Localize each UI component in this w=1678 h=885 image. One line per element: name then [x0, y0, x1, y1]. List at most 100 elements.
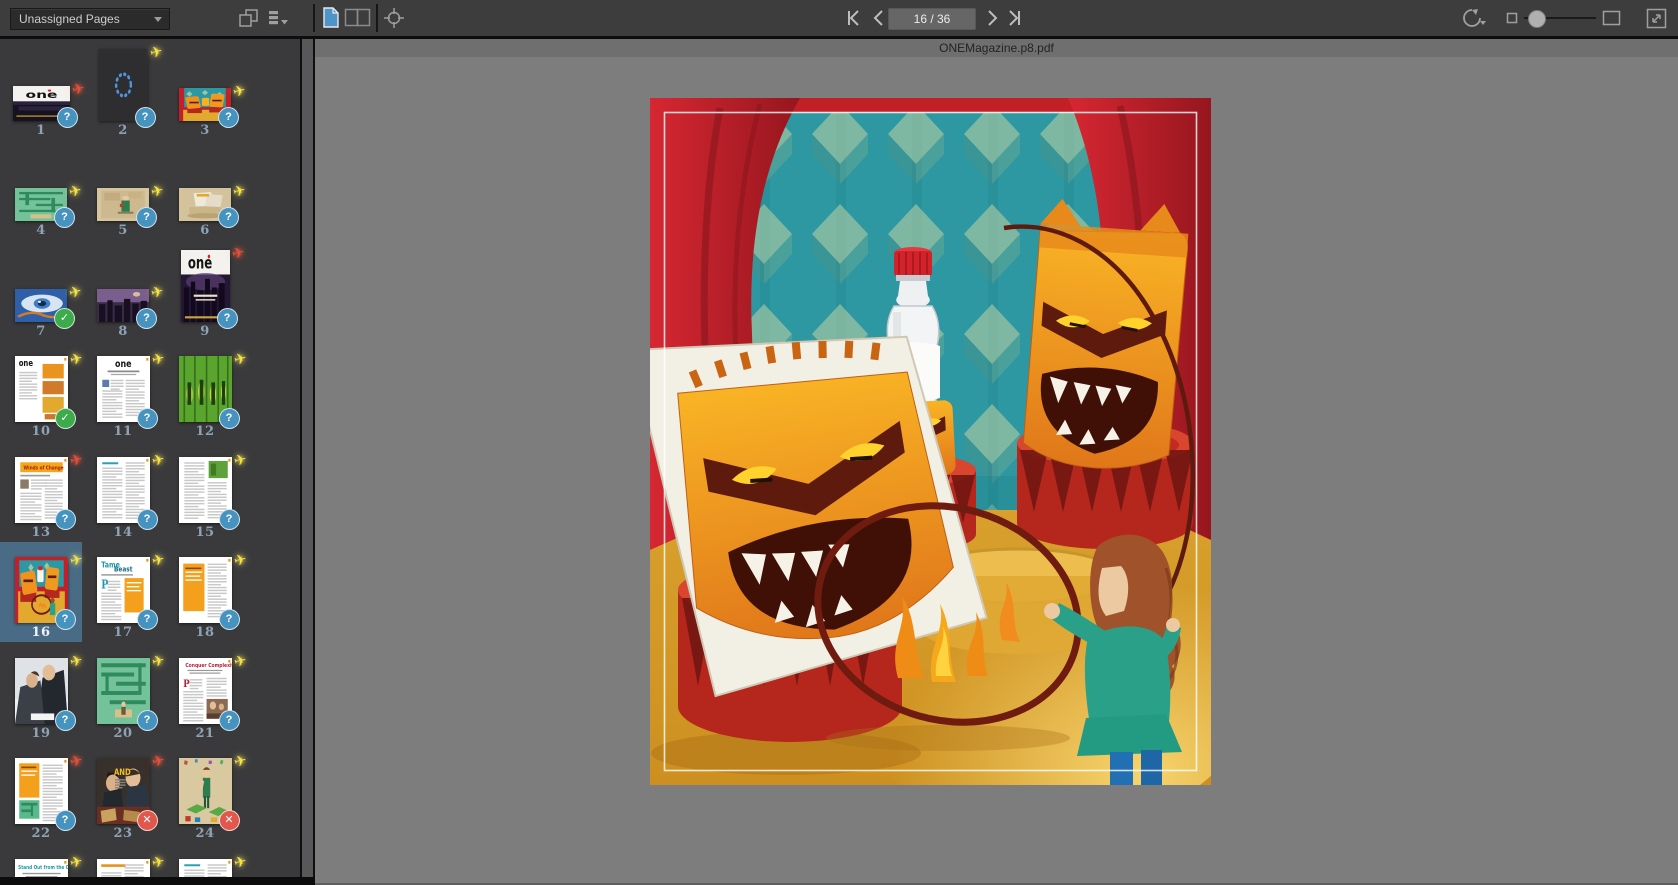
chevron-down-icon — [154, 17, 162, 22]
zoom-slider-thumb[interactable] — [1528, 10, 1546, 28]
list-view-menu-icon[interactable] — [266, 9, 288, 27]
pages-filter-dropdown[interactable]: Unassigned Pages — [10, 8, 170, 30]
page-thumbnail-5[interactable]: ✈?5 — [82, 140, 164, 241]
page-thumbnail-20[interactable]: ✈?20 — [82, 642, 164, 743]
page-thumb-image[interactable]: one✈? — [181, 250, 230, 322]
pages-scrollbar[interactable] — [302, 39, 315, 877]
page-thumbnail-8[interactable]: ✈?8 — [82, 240, 164, 341]
page-thumb-image[interactable]: one✈✓ — [15, 356, 68, 422]
page-thumbnail-17[interactable]: TameBeastP✈?17 — [82, 542, 164, 643]
page-number-input[interactable]: 16 / 36 — [888, 8, 976, 30]
page-thumbnail-9[interactable]: one✈?9 — [164, 240, 246, 341]
page-thumbnail-12[interactable]: ✈? 12 — [164, 341, 246, 442]
page-thumb-image[interactable]: ✈✓ — [15, 289, 67, 322]
question-badge-icon: ? — [137, 408, 158, 429]
page-thumbnail-15[interactable]: ✈? 15 — [164, 441, 246, 542]
page-thumb-image[interactable]: ✈ — [179, 859, 232, 878]
page-number-label: 4 — [36, 223, 46, 239]
page-thumb-image[interactable]: ✈? — [15, 658, 68, 724]
page-thumb-image[interactable]: ✈? — [97, 658, 150, 724]
page-thumb-image[interactable]: ✈? — [179, 88, 231, 121]
page-thumb-image[interactable]: ✈? — [97, 457, 150, 523]
page-thumbnail-14[interactable]: ✈? 14 — [82, 441, 164, 542]
page-number-label: 14 — [113, 525, 132, 541]
page-thumb-image[interactable]: one✈? — [13, 86, 70, 121]
fullscreen-expand-icon[interactable] — [1646, 8, 1668, 30]
page-number-label: 18 — [195, 625, 214, 641]
svg-text:AND: AND — [113, 767, 130, 777]
yellow-airplane-icon: ✈ — [231, 181, 248, 202]
page-thumb-image[interactable]: ✈? — [15, 557, 68, 623]
thumbnail-size-icon[interactable] — [238, 9, 260, 27]
fit-page-icon[interactable] — [1602, 10, 1622, 27]
document-title-bar: ONEMagazine.p8.pdf — [315, 39, 1678, 57]
zoom-out-icon[interactable] — [1506, 12, 1518, 24]
page-thumb-image[interactable]: ✈? — [179, 557, 232, 623]
page-number-label: 19 — [31, 726, 50, 742]
rotate-page-icon[interactable] — [1462, 8, 1488, 28]
page-thumbnail-4[interactable]: ✈? 4 — [0, 140, 82, 241]
page-thumb-image[interactable]: ✈? — [179, 188, 231, 221]
yellow-airplane-icon: ✈ — [232, 851, 249, 872]
page-thumbnail-10[interactable]: one✈✓10 — [0, 341, 82, 442]
page-number-label: 2 — [118, 123, 128, 139]
page-thumbnail-26[interactable]: ✈26 — [82, 843, 164, 877]
center-crosshair-icon[interactable] — [384, 8, 404, 28]
page-thumb-image[interactable]: ✈? — [179, 457, 232, 523]
error-badge-icon: ✕ — [219, 810, 240, 831]
page-thumbnail-7[interactable]: ✈✓7 — [0, 240, 82, 341]
page-number-label: 15 — [195, 525, 214, 541]
page-thumbnail-23[interactable]: AND✈✕23 — [82, 743, 164, 844]
red-airplane-icon: ✈ — [230, 242, 247, 263]
question-badge-icon: ? — [219, 710, 240, 731]
page-thumb-image[interactable]: ✈? — [99, 49, 148, 121]
toolbar-divider — [376, 4, 378, 32]
page-thumbnail-16[interactable]: ✈?16 — [0, 542, 82, 643]
question-badge-icon: ? — [137, 509, 158, 530]
first-page-icon[interactable] — [843, 8, 863, 28]
previous-page-icon[interactable] — [869, 8, 889, 28]
yellow-airplane-icon: ✈ — [232, 349, 249, 370]
page-thumb-image[interactable]: ✈? — [15, 758, 68, 824]
page-thumbnail-6[interactable]: ✈?6 — [164, 140, 246, 241]
page-thumb-image[interactable]: Stand Out from the CrowdT✈ — [15, 859, 68, 878]
page-thumb-image[interactable]: one✈? — [97, 356, 150, 422]
page-thumbnail-25[interactable]: Stand Out from the CrowdT✈25 — [0, 843, 82, 877]
page-grid: one✈?1✈?2✈?3✈?4✈?5✈?6✈✓7✈?8one✈?9one✈✓10… — [0, 39, 300, 877]
page-thumbnail-18[interactable]: ✈? 18 — [164, 542, 246, 643]
page-thumb-image[interactable]: ✈? — [97, 188, 149, 221]
page-thumbnail-22[interactable]: ✈?22 — [0, 743, 82, 844]
toolbar: Unassigned Pages 16 / 36 — [0, 0, 1678, 36]
page-thumb-image[interactable]: Conquer ComplexityP✈? — [179, 658, 232, 724]
last-page-icon[interactable] — [1005, 8, 1025, 28]
page-thumb-image[interactable]: ✈✕ — [179, 758, 232, 824]
page-thumbnail-21[interactable]: Conquer ComplexityP✈?21 — [164, 642, 246, 743]
page-thumbnail-3[interactable]: ✈?3 — [164, 39, 246, 140]
yellow-airplane-icon: ✈ — [232, 449, 249, 470]
page-thumb-image[interactable]: TameBeastP✈? — [97, 557, 150, 623]
page-thumbnail-19[interactable]: ✈? 19 — [0, 642, 82, 743]
page-thumb-image[interactable]: ✈ — [97, 859, 150, 878]
question-badge-icon: ? — [55, 509, 76, 530]
single-page-view-icon[interactable] — [322, 7, 340, 29]
page-thumbnail-13[interactable]: Winds of Change✈?13 — [0, 441, 82, 542]
yellow-airplane-icon: ✈ — [232, 650, 249, 671]
page-number-label: 12 — [195, 424, 214, 440]
page-thumb-image[interactable]: ✈? — [15, 188, 67, 221]
svg-text:one: one — [18, 358, 32, 368]
page-thumb-image[interactable]: ✈? — [97, 289, 149, 322]
check-badge-icon: ✓ — [54, 308, 75, 329]
svg-text:one: one — [25, 89, 57, 100]
page-thumbnail-2[interactable]: ✈? 2 — [82, 39, 164, 140]
page-thumb-image[interactable]: AND✈✕ — [97, 758, 150, 824]
spread-view-icon[interactable] — [344, 8, 372, 28]
page-thumbnail-27[interactable]: ✈27 — [164, 843, 246, 877]
page-thumbnail-1[interactable]: one✈? 1 — [0, 39, 82, 140]
page-number-label: 1 — [36, 123, 46, 139]
next-page-icon[interactable] — [982, 8, 1002, 28]
page-thumbnail-24[interactable]: ✈✕24 — [164, 743, 246, 844]
page-thumbnail-11[interactable]: one✈?11 — [82, 341, 164, 442]
svg-text:P: P — [183, 678, 189, 690]
page-thumb-image[interactable]: Winds of Change✈? — [15, 457, 68, 523]
page-thumb-image[interactable]: ✈? — [179, 356, 232, 422]
